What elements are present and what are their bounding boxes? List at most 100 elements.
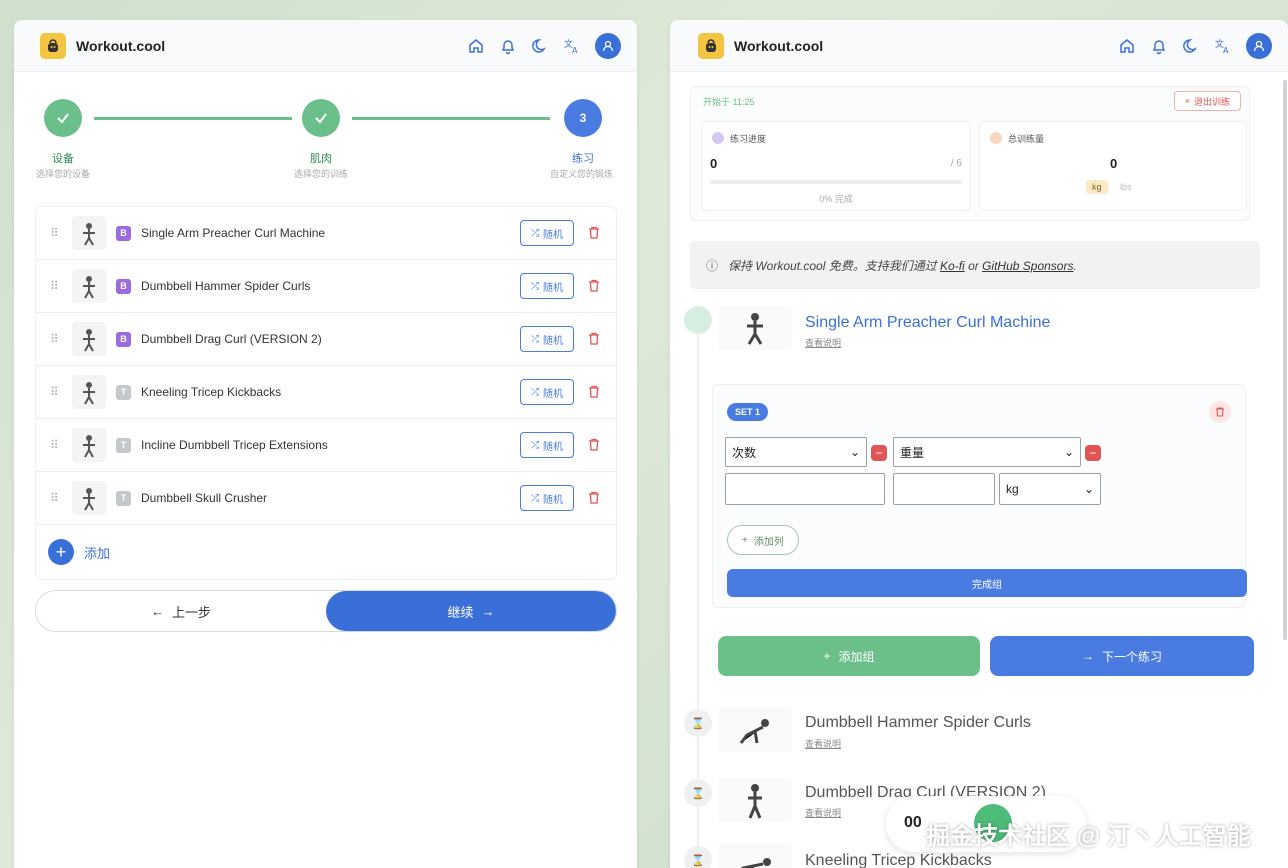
trash-icon[interactable] (1209, 401, 1231, 423)
timer-value: 00 (904, 814, 922, 831)
stepper: 3 设备 选择您的设备 肌肉 选择您的训练 练习 自定义您的锻炼 (14, 72, 637, 192)
upcoming-exercise-title[interactable]: Kneeling Tricep Kickbacks (805, 852, 992, 868)
continue-label: 继续 (447, 604, 474, 620)
exercise-name: Kneeling Tricep Kickbacks (141, 385, 282, 399)
shuffle-button[interactable]: ⤮ 随机 (520, 326, 574, 352)
exercise-thumbnail (72, 428, 106, 462)
trash-icon[interactable] (588, 279, 602, 293)
unit-lbs-toggle[interactable]: lbs (1114, 180, 1138, 194)
support-text: 保持 Workout.cool 免费。支持我们通过 (728, 258, 941, 273)
upcoming-exercise-title[interactable]: Dumbbell Hammer Spider Curls (805, 714, 1031, 732)
plus-icon[interactable]: + (48, 539, 74, 565)
github-sponsors-link[interactable]: GitHub Sponsors (982, 259, 1073, 273)
step-3-subtitle: 自定义您的锻炼 (549, 169, 613, 179)
muscle-badge: B (116, 225, 131, 241)
progress-value: 0 (710, 156, 718, 171)
remove-column1-icon[interactable]: − (871, 445, 887, 461)
translate-icon[interactable]: 文A (563, 37, 581, 55)
trash-icon[interactable] (588, 226, 602, 240)
exercise-name: Dumbbell Drag Curl (VERSION 2) (141, 332, 322, 346)
moon-icon[interactable] (1182, 37, 1200, 55)
drag-handle-icon[interactable]: ⠿ (50, 438, 72, 452)
exercise-row[interactable]: ⠿ B Dumbbell Drag Curl (VERSION 2) ⤮ 随机 (36, 313, 616, 366)
exercise-row[interactable]: ⠿ B Dumbbell Hammer Spider Curls ⤮ 随机 (36, 260, 616, 313)
add-exercise-row[interactable]: + 添加 (36, 525, 616, 579)
close-icon: × (1184, 96, 1190, 106)
drag-handle-icon[interactable]: ⠿ (50, 491, 72, 505)
exercise-row[interactable]: ⠿ B Single Arm Preacher Curl Machine ⤮ 随机 (36, 207, 616, 260)
bell-icon[interactable] (499, 37, 517, 55)
shuffle-button[interactable]: ⤮ 随机 (520, 273, 574, 299)
shuffle-icon: ⤮ (531, 386, 539, 398)
drag-handle-icon[interactable]: ⠿ (50, 279, 72, 293)
column1-select-value: 次数 (732, 445, 757, 460)
kofi-link[interactable]: Ko-fi (940, 259, 965, 273)
step-3-number[interactable]: 3 (564, 99, 602, 137)
current-exercise-title[interactable]: Single Arm Preacher Curl Machine (805, 314, 1050, 332)
set-card: SET 1 次数 ⌄ − 重量 ⌄ − kg ⌄ + 添加列 完成组 (712, 384, 1247, 608)
muscle-badge: B (116, 331, 131, 347)
shuffle-button[interactable]: ⤮ 随机 (520, 485, 574, 511)
exercise-thumbnail (72, 269, 106, 303)
quit-workout-button[interactable]: × 退出训练 (1173, 91, 1241, 111)
support-suffix: . (1073, 258, 1077, 273)
bell-icon[interactable] (1150, 37, 1168, 55)
scrollbar[interactable] (1283, 80, 1287, 640)
step-2-check-icon[interactable] (302, 99, 340, 137)
view-instructions-link[interactable]: 查看说明 (805, 336, 841, 349)
exercise-thumbnail (72, 216, 106, 250)
shuffle-button[interactable]: ⤮ 随机 (520, 432, 574, 458)
translate-icon[interactable]: 文A (1214, 37, 1232, 55)
trash-icon[interactable] (588, 438, 602, 452)
exercise-name: Incline Dumbbell Tricep Extensions (141, 438, 328, 452)
info-icon: ⓘ (706, 258, 719, 273)
drag-handle-icon[interactable]: ⠿ (50, 226, 72, 240)
view-instructions-link[interactable]: 查看说明 (805, 737, 841, 750)
home-icon[interactable] (467, 37, 485, 55)
exercise-row[interactable]: ⠿ T Kneeling Tricep Kickbacks ⤮ 随机 (36, 366, 616, 419)
remove-column2-icon[interactable]: − (1085, 445, 1101, 461)
continue-button[interactable]: 继续 → (326, 591, 616, 631)
support-or: or (964, 258, 983, 273)
exercise-thumbnail (72, 322, 106, 356)
finish-set-button[interactable]: 完成组 (727, 569, 1247, 597)
drag-handle-icon[interactable]: ⠿ (50, 332, 72, 346)
top-bar: Workout.cool 文A (670, 20, 1288, 72)
user-avatar-icon[interactable] (595, 32, 621, 59)
shuffle-button[interactable]: ⤮ 随机 (520, 220, 574, 246)
trash-icon[interactable] (588, 385, 602, 399)
logo[interactable]: Workout.cool (698, 32, 823, 59)
progress-bar (710, 180, 962, 184)
shuffle-icon: ⤮ (531, 227, 539, 239)
hourglass-icon: ⌛ (684, 846, 712, 868)
unit-kg-toggle[interactable]: kg (1086, 180, 1108, 194)
trash-icon[interactable] (588, 332, 602, 346)
home-icon[interactable] (1118, 37, 1136, 55)
exercise-row[interactable]: ⠿ T Dumbbell Skull Crusher ⤮ 随机 (36, 472, 616, 525)
kettlebell-icon (698, 32, 724, 59)
weight-unit-select[interactable]: kg ⌄ (999, 473, 1101, 505)
shuffle-button[interactable]: ⤮ 随机 (520, 379, 574, 405)
column2-select[interactable]: 重量 ⌄ (893, 437, 1081, 467)
moon-icon[interactable] (531, 37, 549, 55)
svg-text:A: A (1223, 46, 1229, 55)
drag-handle-icon[interactable]: ⠿ (50, 385, 72, 399)
add-column-button[interactable]: + 添加列 (727, 525, 799, 555)
exercise-row[interactable]: ⠿ T Incline Dumbbell Tricep Extensions ⤮ 随机 (36, 419, 616, 472)
trash-icon[interactable] (588, 491, 602, 505)
exercise-image (718, 844, 792, 868)
step-1-check-icon[interactable] (44, 99, 82, 137)
next-exercise-button[interactable]: → 下一个练习 (990, 636, 1254, 676)
logo[interactable]: Workout.cool (40, 32, 165, 59)
user-avatar-icon[interactable] (1246, 32, 1272, 59)
add-set-button[interactable]: + 添加组 (718, 636, 980, 676)
previous-step-button[interactable]: ← 上一步 (36, 591, 326, 631)
reps-input[interactable] (725, 473, 885, 505)
shuffle-icon: ⤮ (531, 333, 539, 345)
weight-input[interactable] (893, 473, 995, 505)
muscle-badge: B (116, 278, 131, 294)
step-connector (352, 117, 550, 120)
view-instructions-link[interactable]: 查看说明 (805, 806, 841, 819)
column1-select[interactable]: 次数 ⌄ (725, 437, 867, 467)
column2-select-value: 重量 (900, 445, 925, 460)
